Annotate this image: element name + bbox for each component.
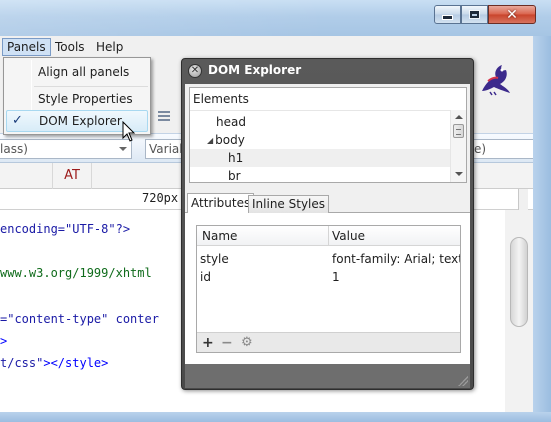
maximize-button[interactable]: [461, 5, 488, 24]
panel-title: DOM Explorer: [208, 63, 302, 77]
dom-explorer-header[interactable]: ✕ DOM Explorer: [182, 59, 473, 83]
attributes-area: Name Value style font-family: Arial; tex…: [185, 213, 470, 364]
gear-icon[interactable]: ⚙: [241, 334, 253, 352]
close-icon: ✕: [506, 6, 518, 23]
tree-node-h1[interactable]: h1: [190, 149, 450, 167]
dom-explorer-panel: ✕ DOM Explorer Elements head ◢ body h1 br: [181, 58, 474, 390]
column-separator[interactable]: [328, 226, 329, 246]
attribute-value-text: font-family: Arial; text-align: center;: [332, 252, 460, 266]
menu-item-align-all-panels[interactable]: Align all panels: [6, 61, 148, 83]
column-header-name[interactable]: Name: [202, 226, 237, 246]
menu-panels[interactable]: Panels: [2, 38, 51, 56]
tab-inline-styles[interactable]: Inline Styles: [248, 195, 330, 213]
attribute-tabs: Attributes Inline Styles: [185, 191, 470, 214]
list-view-icon-bar: [158, 119, 170, 121]
checkmark-icon: ✓: [12, 113, 23, 128]
elements-tree: head ◢ body h1 br: [190, 110, 450, 185]
close-panel-button[interactable]: ✕: [188, 64, 202, 78]
minimize-button[interactable]: [434, 5, 461, 24]
ruler-width-value: 720px: [142, 191, 179, 205]
menu-help[interactable]: Help: [91, 38, 128, 56]
list-view-icon-bar: [158, 111, 170, 113]
editor-scrollbar[interactable]: [505, 210, 533, 412]
code-string: t/css": [0, 356, 44, 370]
code-url: www.w3.org/1999/xhtml: [0, 266, 152, 280]
expand-triangle-icon[interactable]: ◢: [207, 136, 213, 145]
elements-box: Elements head ◢ body h1 br: [189, 87, 467, 183]
attribute-name: id: [200, 270, 211, 284]
elements-scroll-thumb[interactable]: [453, 124, 464, 138]
close-window-button[interactable]: ✕: [488, 5, 536, 24]
scroll-down-icon[interactable]: [455, 172, 463, 176]
panel-status-bar: [185, 364, 470, 388]
code-line: ="content-type" conter: [0, 312, 159, 326]
list-view-icon[interactable]: [152, 108, 176, 124]
code-line: t/css"></style>: [0, 356, 108, 370]
code-string: ="content-type": [0, 312, 109, 326]
tab-at[interactable]: AT: [52, 163, 92, 189]
title-bar: ✕: [0, 0, 551, 36]
table-header: Name Value: [197, 226, 460, 246]
code-string: encoding="UTF-8"?>: [0, 222, 131, 236]
tree-node-body[interactable]: ◢ body: [190, 131, 450, 149]
attribute-value: 1: [332, 270, 340, 284]
class-selector-value: lass): [0, 142, 28, 156]
table-row[interactable]: style font-family: Arial; text-align: ce…: [197, 250, 460, 268]
class-selector[interactable]: lass): [0, 139, 132, 159]
editor-scroll-thumb[interactable]: [510, 237, 528, 327]
code-line: www.w3.org/1999/xhtml: [0, 266, 152, 280]
menu-separator: [34, 86, 148, 87]
window-frame-right: [533, 36, 551, 422]
tree-node-label: br: [228, 169, 241, 183]
app-logo-icon: [482, 65, 510, 96]
tree-node-label: h1: [228, 151, 244, 165]
tree-node-head[interactable]: head: [190, 113, 450, 131]
resize-grip-icon[interactable]: [458, 376, 468, 386]
chevron-down-icon: [119, 147, 127, 151]
tree-node-br[interactable]: br: [190, 167, 450, 185]
list-view-icon-bar: [158, 115, 170, 117]
elements-label: Elements: [193, 92, 249, 106]
code-attr: conter: [108, 312, 159, 326]
code-line: encoding="UTF-8"?>: [0, 222, 130, 236]
tab-attributes[interactable]: Attributes: [187, 193, 255, 214]
tree-node-label: body: [215, 133, 245, 147]
code-tag: ></style>: [43, 356, 109, 370]
app-window: ✕ Panels Tools Help lass) Variab e) AT 7…: [0, 0, 551, 422]
table-row[interactable]: id 1: [197, 268, 460, 286]
scroll-up-icon[interactable]: [455, 115, 463, 119]
remove-attribute-button[interactable]: −: [221, 334, 233, 352]
attribute-name: style: [200, 252, 229, 266]
attributes-table: Name Value style font-family: Arial; tex…: [196, 225, 461, 353]
dom-explorer-body: Elements head ◢ body h1 br Attributes Inl…: [185, 84, 470, 364]
mouse-cursor-icon: [122, 121, 136, 142]
code-line: >: [0, 334, 7, 348]
add-attribute-button[interactable]: +: [202, 334, 214, 352]
code-tag: >: [0, 334, 8, 348]
menu-bar: Panels Tools Help: [0, 36, 551, 58]
ruler-marker[interactable]: [518, 189, 528, 210]
attributes-toolbar: + − ⚙: [197, 332, 460, 352]
tree-node-label: head: [216, 115, 246, 129]
window-frame-bottom: [0, 412, 551, 422]
elements-scrollbar[interactable]: [450, 110, 466, 182]
menu-item-style-properties[interactable]: Style Properties: [6, 88, 148, 110]
right-selector-value: e): [474, 142, 487, 156]
menu-tools[interactable]: Tools: [50, 38, 90, 56]
minimize-icon: [442, 15, 453, 20]
column-header-value[interactable]: Value: [332, 226, 365, 246]
maximize-icon: [469, 10, 480, 19]
attribute-value: font-family: Arial; text-align: center;: [332, 250, 460, 268]
